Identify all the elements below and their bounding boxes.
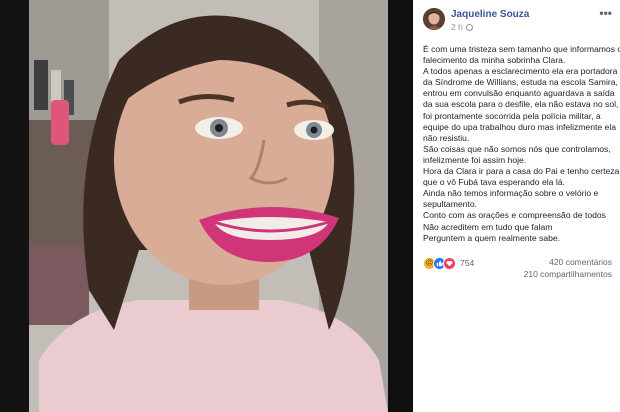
post-photo[interactable] xyxy=(29,0,388,412)
post-text-line: São coisas que não somos nós que control… xyxy=(423,143,611,154)
post-text-line: foi prontamente socorrida pela polícia m… xyxy=(423,110,601,121)
post-sidebar: Jaqueline Souza 2 h ••• É com uma triste… xyxy=(413,0,620,412)
post-text-line: Conto com as orações e compreensão de to… xyxy=(423,210,606,221)
post-text-line: entrou em convulsão enquanto aguardava a… xyxy=(423,88,615,99)
photo-viewer-left-edge xyxy=(0,0,29,412)
post-text-line: da Síndrome de Willians, estuda na escol… xyxy=(423,77,618,88)
author-name-link[interactable]: Jaqueline Souza xyxy=(451,9,529,20)
post-text-line: falecimento da minha sobrinha Clara. xyxy=(423,55,566,66)
post-text-line: Ainda não temos informação sobre o velór… xyxy=(423,188,599,199)
love-icon xyxy=(443,256,456,270)
post-text: É com uma tristeza sem tamanho que infor… xyxy=(423,44,620,244)
post-text-line: equipe do upa trabalhou duro mas infeliz… xyxy=(423,121,617,132)
more-options-icon[interactable]: ••• xyxy=(599,6,612,20)
post-text-line: É com uma tristeza sem tamanho que infor… xyxy=(423,44,620,54)
post-timestamp[interactable]: 2 h xyxy=(451,22,473,32)
post-text-line: Perguntem a quem realmente sabe. xyxy=(423,232,561,243)
reaction-count: 754 xyxy=(460,258,475,268)
post-text-line: infelizmente foi assim hoje. xyxy=(423,154,527,165)
post-text-line: A todos apenas a esclarecimento ela era … xyxy=(423,66,618,77)
post-text-line: que o vô Fubá tava esperando ela lá. xyxy=(423,177,565,188)
post-text-line: Não acreditem em tudo que falam xyxy=(423,221,553,232)
post-text-line: Hora da Clara ir para a casa do Pai e te… xyxy=(423,166,620,177)
reactions-summary[interactable]: ☹ 754 xyxy=(423,256,474,270)
author-avatar[interactable] xyxy=(423,8,445,30)
post-text-line: sepultamento. xyxy=(423,199,477,210)
post-text-line: não resistiu. xyxy=(423,132,470,143)
post-text-line: da sua escola para o desfile, ela não es… xyxy=(423,99,619,110)
globe-icon xyxy=(465,24,473,31)
photo-viewer-right-edge xyxy=(388,0,413,412)
shares-count-link[interactable]: 210 compartilhamentos xyxy=(524,269,612,279)
time-label: 2 h xyxy=(451,22,463,32)
comments-count-link[interactable]: 420 comentários xyxy=(549,257,612,267)
